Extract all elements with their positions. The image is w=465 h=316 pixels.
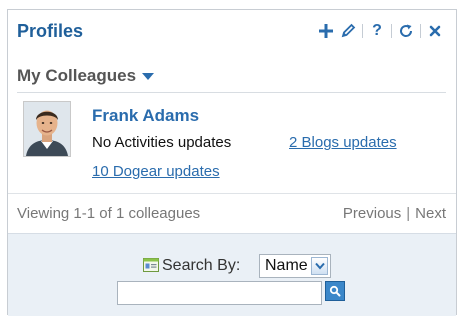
close-icon[interactable] xyxy=(424,20,446,42)
search-button[interactable] xyxy=(325,281,345,301)
profiles-widget: Profiles ? My Colleagues Frank Adams No … xyxy=(7,9,457,316)
toolbar-divider xyxy=(420,24,421,38)
section-label: My Colleagues xyxy=(17,66,137,85)
search-by-select[interactable]: Name xyxy=(259,254,331,278)
toolbar-divider xyxy=(391,24,392,38)
section-divider xyxy=(17,92,446,93)
search-input[interactable] xyxy=(117,281,322,305)
plus-icon[interactable] xyxy=(315,20,337,42)
header-toolbar: ? xyxy=(315,20,446,42)
help-icon[interactable]: ? xyxy=(366,20,388,42)
widget-header: Profiles ? xyxy=(8,10,456,52)
activities-status: No Activities updates xyxy=(92,134,232,151)
search-by-selected: Name xyxy=(265,257,308,274)
pagination-separator: | xyxy=(406,205,411,222)
business-card-icon xyxy=(143,258,159,277)
search-panel: Search By: Name xyxy=(8,233,456,316)
widget-title: Profiles xyxy=(17,21,84,41)
divider xyxy=(8,193,456,194)
dogear-updates-link[interactable]: 10 Dogear updates xyxy=(92,163,220,180)
search-by-label: Search By: xyxy=(162,257,241,274)
chevron-down-icon[interactable] xyxy=(311,257,328,275)
viewing-count: Viewing 1-1 of 1 colleagues xyxy=(17,205,201,222)
avatar[interactable] xyxy=(23,101,71,157)
toolbar-divider xyxy=(362,24,363,38)
colleague-name-link[interactable]: Frank Adams xyxy=(92,106,199,126)
caret-down-icon xyxy=(142,68,155,86)
pagination: Previous | Next xyxy=(343,205,446,222)
my-colleagues-dropdown[interactable]: My Colleagues xyxy=(17,63,155,89)
pencil-icon[interactable] xyxy=(337,20,359,42)
next-link[interactable]: Next xyxy=(415,205,446,222)
search-icon xyxy=(329,285,341,297)
refresh-icon[interactable] xyxy=(395,20,417,42)
previous-link[interactable]: Previous xyxy=(343,205,401,222)
blogs-updates-link[interactable]: 2 Blogs updates xyxy=(289,134,397,151)
